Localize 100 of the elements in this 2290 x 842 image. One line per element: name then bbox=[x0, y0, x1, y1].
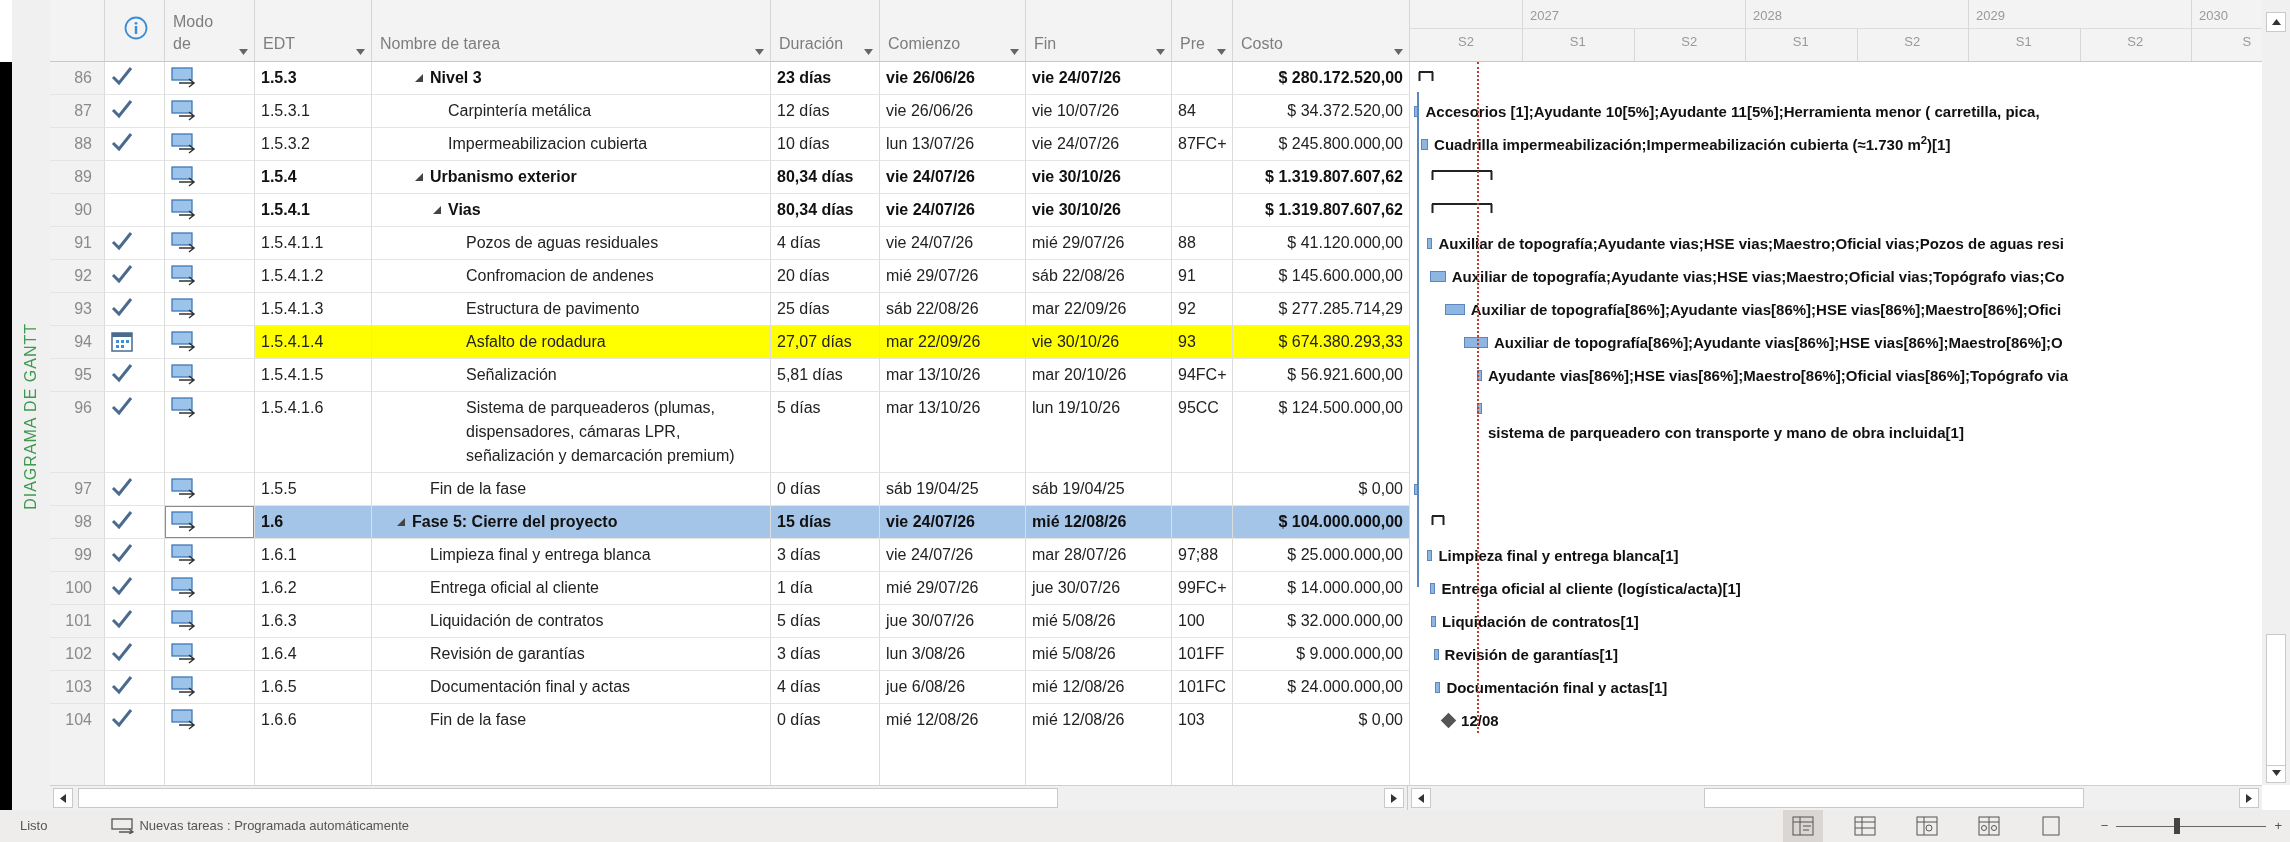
gantt-view-icon[interactable] bbox=[1791, 816, 1814, 836]
year-label: 2028 bbox=[1753, 7, 1782, 25]
scroll-thumb[interactable] bbox=[1704, 788, 2084, 808]
row-number[interactable]: 89 bbox=[50, 161, 105, 194]
scroll-left-button[interactable] bbox=[53, 788, 73, 808]
task-name[interactable]: Limpieza final y entrega blanca bbox=[430, 543, 651, 567]
task-mode-icon bbox=[171, 675, 197, 697]
new-tasks-status[interactable]: Nuevas tareas : Programada automáticamente bbox=[139, 816, 409, 836]
task-name[interactable]: Estructura de pavimento bbox=[466, 297, 640, 321]
task-name[interactable]: Señalización bbox=[466, 363, 557, 387]
task-name[interactable]: Nivel 3 bbox=[430, 66, 482, 90]
task-name[interactable]: Entrega oficial al cliente bbox=[430, 576, 599, 600]
row-number[interactable]: 97 bbox=[50, 473, 105, 506]
task-name[interactable]: Sistema de parqueaderos (plumas, dispensadores, cámaras LPR, señalización y demarcación premium) bbox=[466, 396, 764, 468]
scroll-left-button[interactable] bbox=[1411, 788, 1431, 808]
collapse-icon[interactable] bbox=[415, 173, 423, 181]
vertical-scrollbar[interactable] bbox=[2262, 0, 2290, 785]
row-number[interactable]: 95 bbox=[50, 359, 105, 392]
row-number[interactable]: 99 bbox=[50, 539, 105, 572]
scroll-thumb[interactable] bbox=[78, 788, 1058, 808]
start-date: jue 6/08/26 bbox=[880, 671, 1026, 704]
task-name[interactable]: Confromacion de andenes bbox=[466, 264, 654, 288]
slider-thumb[interactable] bbox=[2174, 818, 2180, 834]
task-name[interactable]: Documentación final y actas bbox=[430, 675, 631, 699]
dropdown-icon[interactable] bbox=[1010, 49, 1019, 55]
team-planner-icon[interactable] bbox=[1915, 816, 1938, 836]
zoom-out-button[interactable]: − bbox=[2100, 816, 2109, 836]
column-header[interactable]: EDT bbox=[263, 33, 295, 55]
row-number[interactable]: 86 bbox=[50, 62, 105, 95]
resource-view-icon[interactable] bbox=[1977, 816, 2000, 836]
duration: 5 días bbox=[771, 392, 880, 473]
column-header[interactable]: Fin bbox=[1034, 33, 1057, 55]
collapse-icon[interactable] bbox=[433, 206, 441, 214]
task-usage-icon[interactable] bbox=[1853, 816, 1876, 836]
row-number[interactable]: 102 bbox=[50, 638, 105, 671]
scroll-up-button[interactable] bbox=[2266, 12, 2286, 32]
zoom-slider[interactable] bbox=[2116, 816, 2267, 836]
scroll-thumb[interactable] bbox=[2266, 634, 2286, 766]
cost: $ 104.000.000,00 bbox=[1233, 506, 1410, 539]
cost: $ 25.000.000,00 bbox=[1233, 539, 1410, 572]
collapse-icon[interactable] bbox=[397, 518, 405, 526]
arrow-up-icon[interactable] bbox=[2271, 19, 2281, 25]
dropdown-icon[interactable] bbox=[755, 49, 764, 55]
horizontal-scrollbar[interactable] bbox=[50, 786, 1407, 810]
checkmark-icon bbox=[111, 396, 133, 416]
finish-date: mar 20/10/26 bbox=[1026, 359, 1172, 392]
arrow-left-icon[interactable] bbox=[60, 793, 66, 803]
column-header[interactable]: Comienzo bbox=[888, 33, 961, 55]
status-text: Listo bbox=[20, 817, 48, 836]
row-number[interactable]: 87 bbox=[50, 95, 105, 128]
column-header[interactable]: Pre bbox=[1180, 33, 1205, 55]
dropdown-icon[interactable] bbox=[1156, 49, 1165, 55]
collapse-icon[interactable] bbox=[415, 74, 423, 82]
row-number[interactable]: 88 bbox=[50, 128, 105, 161]
horizontal-scrollbar[interactable] bbox=[1407, 786, 2262, 810]
column-header[interactable]: Costo bbox=[1241, 33, 1283, 55]
row-number[interactable]: 92 bbox=[50, 260, 105, 293]
view-button[interactable] bbox=[1782, 810, 1823, 842]
scroll-right-button[interactable] bbox=[2239, 788, 2259, 808]
row-number[interactable]: 93 bbox=[50, 293, 105, 326]
row-number[interactable]: 98 bbox=[50, 506, 105, 539]
zoom-in-button[interactable]: + bbox=[2274, 816, 2282, 836]
column-header[interactable]: Nombre de tarea bbox=[380, 33, 501, 55]
dropdown-icon[interactable] bbox=[239, 49, 248, 55]
row-number[interactable]: 101 bbox=[50, 605, 105, 638]
row-number[interactable]: 91 bbox=[50, 227, 105, 260]
dropdown-icon[interactable] bbox=[356, 49, 365, 55]
arrow-right-icon[interactable] bbox=[1391, 793, 1397, 803]
row-number[interactable]: 100 bbox=[50, 572, 105, 605]
half-year-label: S1 bbox=[1792, 33, 1809, 51]
arrow-down-icon[interactable] bbox=[2271, 770, 2281, 776]
task-name[interactable]: Fin de la fase bbox=[430, 708, 527, 732]
task-mode-icon bbox=[171, 477, 197, 499]
duration: 10 días bbox=[771, 128, 880, 161]
duration: 3 días bbox=[771, 638, 880, 671]
task-name[interactable]: Vias bbox=[448, 198, 481, 222]
task-mode-icon bbox=[171, 642, 197, 664]
task-name[interactable]: Pozos de aguas residuales bbox=[466, 231, 659, 255]
checkmark-icon bbox=[111, 708, 133, 728]
dropdown-icon[interactable] bbox=[1394, 49, 1403, 55]
task-bar bbox=[1431, 616, 1437, 627]
dropdown-icon[interactable] bbox=[864, 49, 873, 55]
row-number[interactable]: 96 bbox=[50, 392, 105, 473]
row-number[interactable]: 94 bbox=[50, 326, 105, 359]
task-name[interactable]: Fin de la fase bbox=[430, 477, 527, 501]
task-mode-icon[interactable] bbox=[111, 818, 136, 834]
row-number[interactable]: 90 bbox=[50, 194, 105, 227]
arrow-right-icon[interactable] bbox=[2246, 793, 2252, 803]
row-number[interactable]: 104 bbox=[50, 704, 105, 733]
summary-bar bbox=[1418, 71, 1434, 83]
task-name[interactable]: Revisión de garantías bbox=[430, 642, 585, 666]
scroll-right-button[interactable] bbox=[1384, 788, 1404, 808]
cost: $ 145.600.000,00 bbox=[1233, 260, 1410, 293]
task-name[interactable]: Urbanismo exterior bbox=[430, 165, 577, 189]
task-name[interactable]: Carpintería metálica bbox=[448, 99, 592, 123]
dropdown-icon[interactable] bbox=[1217, 49, 1226, 55]
row-number[interactable]: 103 bbox=[50, 671, 105, 704]
task-name[interactable]: Impermeabilizacion cubierta bbox=[448, 132, 648, 156]
task-name[interactable]: Liquidación de contratos bbox=[430, 609, 604, 633]
arrow-left-icon[interactable] bbox=[1418, 793, 1424, 803]
